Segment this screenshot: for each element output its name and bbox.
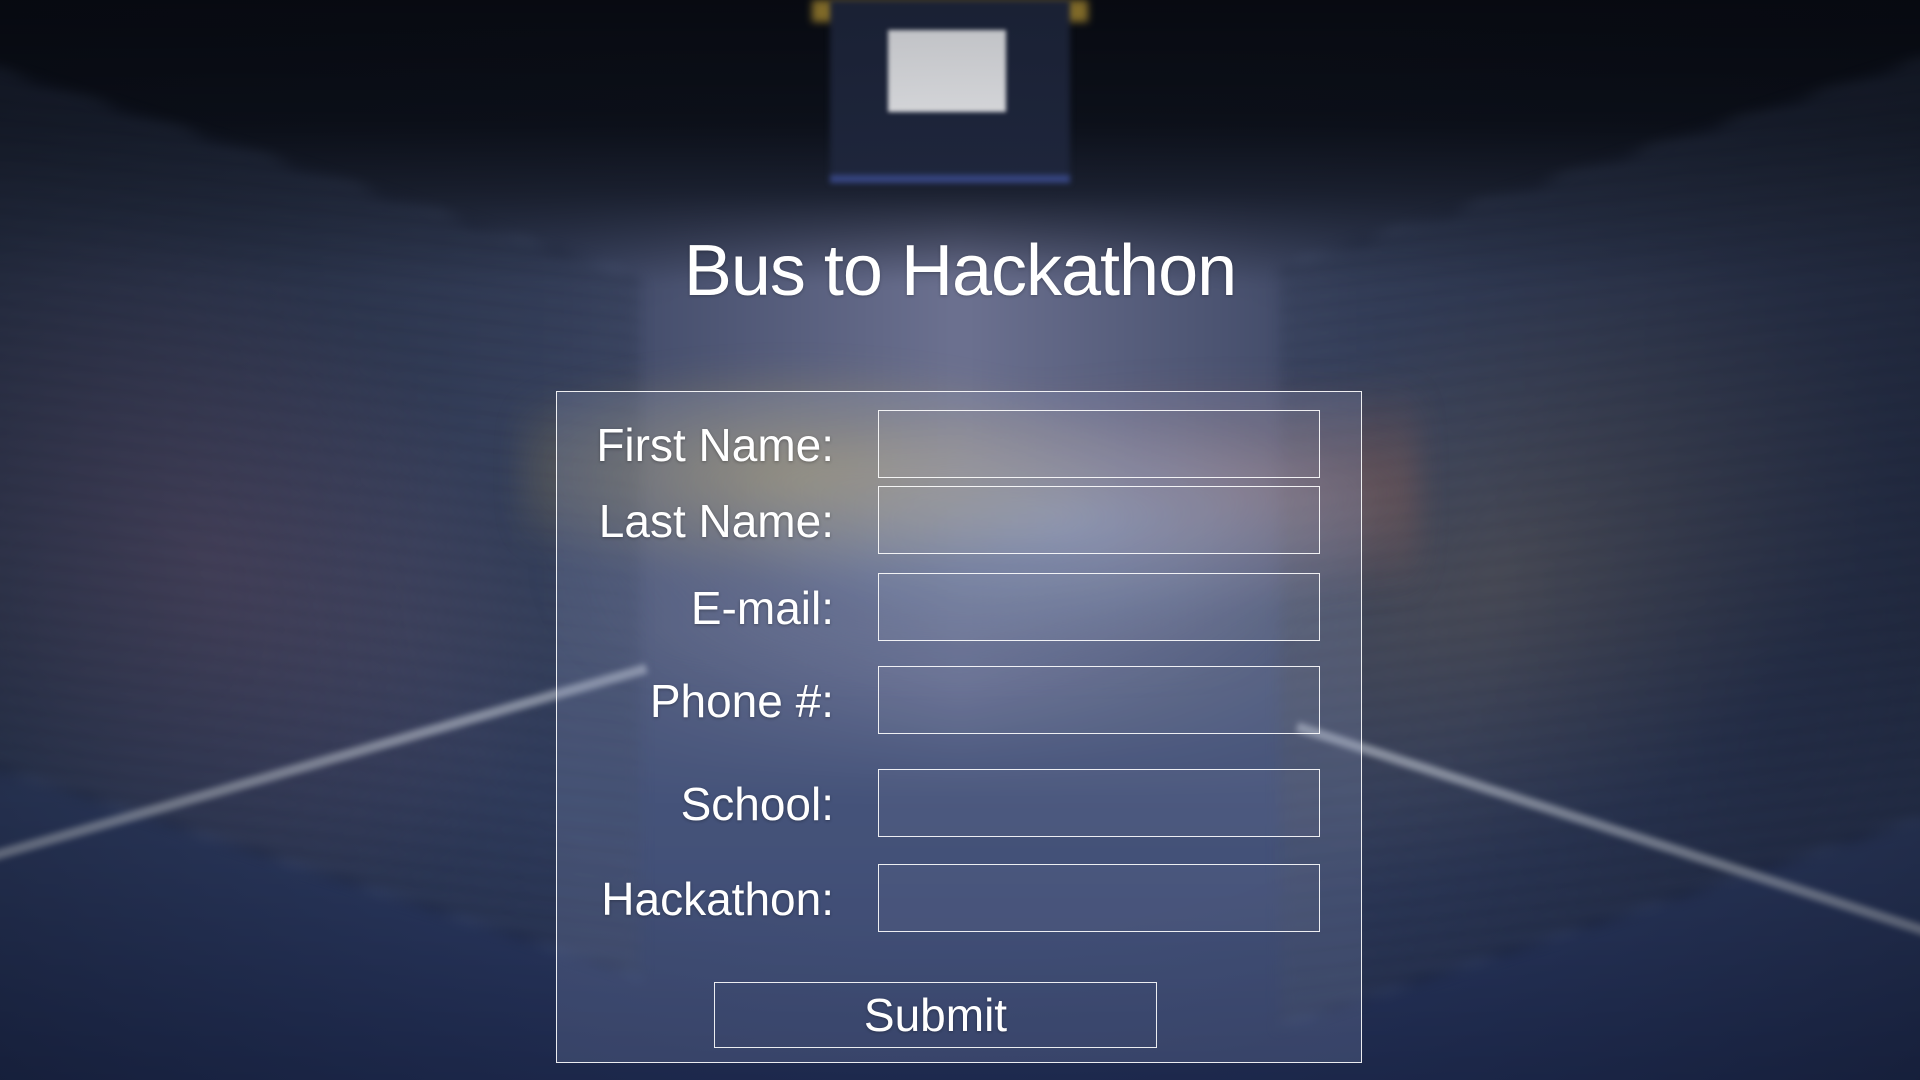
form-row-last-name: Last Name: — [557, 486, 1361, 556]
form-row-first-name: First Name: — [557, 410, 1361, 480]
first-name-label: First Name: — [596, 419, 834, 471]
form-row-school: School: — [557, 769, 1361, 839]
email-label: E-mail: — [690, 582, 834, 634]
page-title: Bus to Hackathon — [683, 231, 1237, 311]
hackathon-input[interactable] — [878, 864, 1320, 932]
first-name-input[interactable] — [878, 410, 1320, 478]
signup-form: First Name: Last Name: E-mail: Phone #: … — [556, 391, 1362, 1063]
form-row-phone: Phone #: — [557, 666, 1361, 736]
form-row-hackathon: Hackathon: — [557, 864, 1361, 934]
email-input[interactable] — [878, 573, 1320, 641]
phone-input[interactable] — [878, 666, 1320, 734]
last-name-label: Last Name: — [598, 495, 834, 547]
school-input[interactable] — [878, 769, 1320, 837]
submit-button[interactable]: Submit — [714, 982, 1157, 1048]
form-row-email: E-mail: — [557, 573, 1361, 643]
last-name-input[interactable] — [878, 486, 1320, 554]
phone-label: Phone #: — [649, 675, 834, 727]
hackathon-label: Hackathon: — [601, 873, 834, 925]
school-label: School: — [680, 778, 834, 830]
